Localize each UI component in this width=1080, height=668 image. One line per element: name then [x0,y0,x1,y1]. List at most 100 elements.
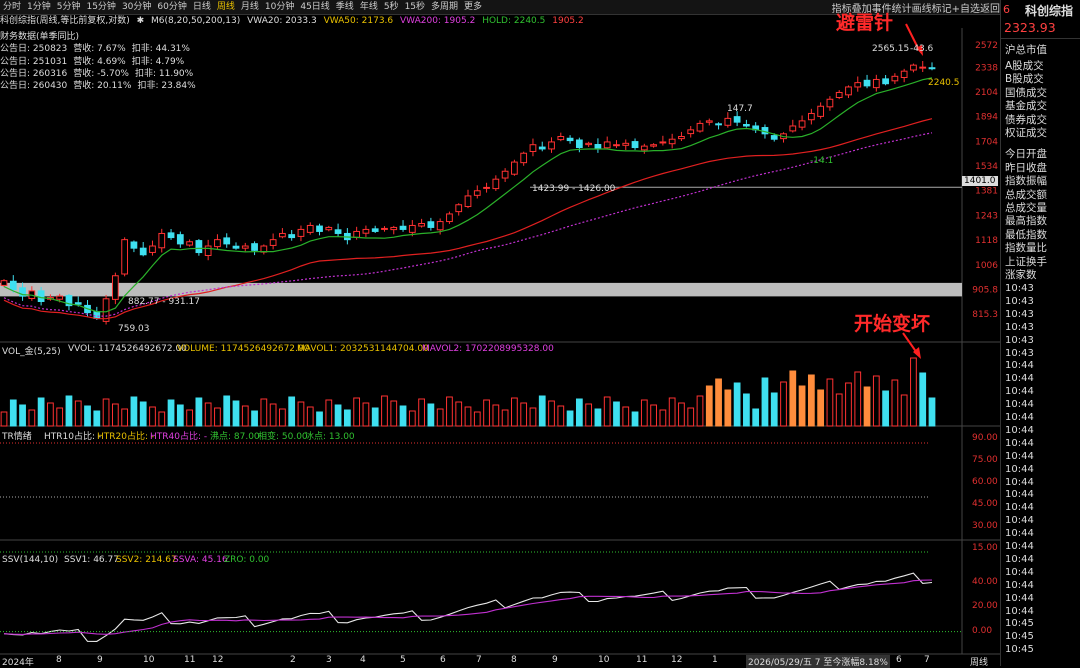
candle-body [353,230,361,238]
candle-body [121,239,129,275]
tick-time: 10:44 [1005,528,1034,540]
tick-time: 10:44 [1005,541,1034,552]
volume-bar [687,407,695,427]
volume-bar [232,400,240,427]
tr-axis-tick: 15.00 [972,543,998,553]
volume-bar [613,401,620,427]
volume-bar [260,398,268,427]
tr-axis-tick: 60.00 [972,477,998,487]
time-tick: 10 [143,655,155,665]
tick-time: 10:43 [1005,334,1034,346]
time-tick: 1 [712,655,718,665]
tr-header-3: HTR40占比: - [150,432,208,442]
rp-item[interactable]: 总成交量 [1005,202,1047,215]
candle-body [520,152,528,164]
candle-body [863,79,871,87]
candle-body [733,116,741,123]
volume-bar [501,409,509,427]
tick-time: 10:44 [1005,424,1034,436]
volume-bar [770,392,778,427]
rp-header: 沪总市值 [1005,44,1047,56]
volume-bar [622,406,630,427]
candle-body [696,122,704,132]
volume-bar [56,407,64,427]
rp-item[interactable]: 昨日收盘 [1005,162,1047,175]
time-tick: 8 [511,655,517,665]
tr-axis-tick: 75.00 [972,455,998,465]
rp-item[interactable]: 指数量比 [1005,242,1047,255]
rp-item[interactable]: 最低指数 [1005,229,1047,242]
tick-time: 10:45 [1005,618,1034,630]
candle-body [910,64,917,71]
tick-time: 10:44 [1005,566,1034,578]
volume-bar [37,397,45,427]
arrow-vol [902,332,918,354]
volume-bar [9,399,17,427]
volume-bar [362,402,370,427]
tick-time: 10:44 [1005,360,1034,372]
rp-item[interactable]: 总成交额 [1005,189,1047,202]
candle-body [743,124,750,127]
time-tick: 6 [440,655,446,665]
candle-body [362,228,370,234]
volume-bar [241,405,249,427]
candle-body [594,144,602,150]
volume-bars [0,357,936,427]
rp-item[interactable]: 债券成交 [1005,114,1047,127]
ssv-header-2: SSV2: 214.67 [116,555,177,565]
candle-body [111,275,119,300]
candle-body [770,135,778,140]
tick-time: 10:44 [1005,553,1034,565]
rp-item[interactable]: 最高指数 [1005,215,1047,228]
ssv-header-0: SSV(144,10) [2,555,59,565]
volume-bar [705,385,713,427]
volume-bar [696,395,704,427]
rp-item[interactable]: 涨家数 [1005,269,1037,282]
volume-bar [325,399,333,427]
status-tip: 2026/05/29/五 7 至今涨幅8.18% [746,655,890,668]
volume-bar [47,402,54,427]
candle-body [678,136,685,140]
candle-body [483,186,490,189]
time-tick: 8 [56,655,62,665]
rp-item[interactable]: 上证换手 [1005,256,1047,269]
candle-body [613,144,620,147]
volume-bar [863,386,871,427]
volume-bar [928,397,936,427]
rp-item[interactable]: 今日开盘 [1005,148,1047,161]
tr-axis-tick: 45.00 [972,499,998,509]
annotation-vol: 开始变坏 [854,313,931,335]
candle-body [455,204,463,213]
volume-bar [798,385,806,427]
volume-bar [111,403,119,427]
tr-axis-tick: 90.00 [972,433,998,443]
volume-bar [381,395,388,427]
rp-item[interactable]: 基金成交 [1005,100,1047,113]
price-tick: 1006 [975,261,998,271]
time-tick: 12 [671,655,683,665]
time-tick: 11 [636,655,648,665]
volume-bar [566,410,574,427]
index-header: 6 科创综指 [1001,0,1080,20]
volume-bar [910,357,917,427]
rp-item[interactable]: 国债成交 [1005,87,1047,100]
index-name: 科创综指 [1025,4,1074,18]
volume-bar [186,409,193,427]
rp-item[interactable]: 权证成交 [1005,127,1047,140]
rp-item[interactable]: 指数振幅 [1005,175,1047,188]
tick-time: 10:45 [1005,644,1034,656]
candle-body [492,178,500,190]
volume-bar [371,407,379,427]
time-tick: 7 [476,655,482,665]
kline-chart[interactable]: 2572233821041894170415341381124311181006… [0,0,1000,666]
ssv-header-1: SSV1: 46.77 [64,555,119,565]
rp-item[interactable]: A股成交 [1005,60,1044,73]
volume-bar [891,379,899,427]
volume-bar [640,399,648,427]
candle-body [149,245,156,253]
candle-body [74,302,82,305]
rp-item[interactable]: B股成交 [1005,73,1044,86]
tr-header-4: 沸点: 87.00 [210,432,260,442]
time-tick: 9 [552,655,558,665]
tick-time: 10:44 [1005,502,1034,514]
